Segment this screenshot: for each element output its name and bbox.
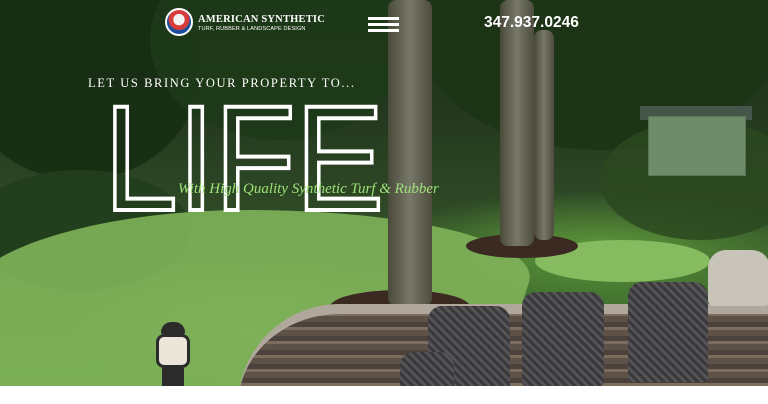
brand-name[interactable]: AMERICAN SYNTHETIC [198,14,325,25]
grill-cover [708,250,768,306]
garden-lamp [152,322,194,386]
hero-tagline: LET US BRING YOUR PROPERTY TO... [88,76,356,90]
wicker-chair [628,282,708,382]
wicker-chair [522,292,604,386]
wicker-chair [400,352,454,386]
phone-number-link[interactable]: 347.937.0246 [484,14,579,32]
page-below-fold [0,386,768,404]
hero-subheadline: With High Quality Synthetic Turf & Rubbe… [178,181,439,197]
tree-trunk [388,0,432,306]
tree-trunk [500,0,534,246]
brand-tagline: TURF, RUBBER & LANDSCAPE DESIGN [198,26,306,32]
house [648,116,746,176]
tree-trunk [534,30,554,240]
hamburger-menu-icon[interactable] [368,16,400,34]
brand-logo-icon[interactable] [165,8,193,36]
